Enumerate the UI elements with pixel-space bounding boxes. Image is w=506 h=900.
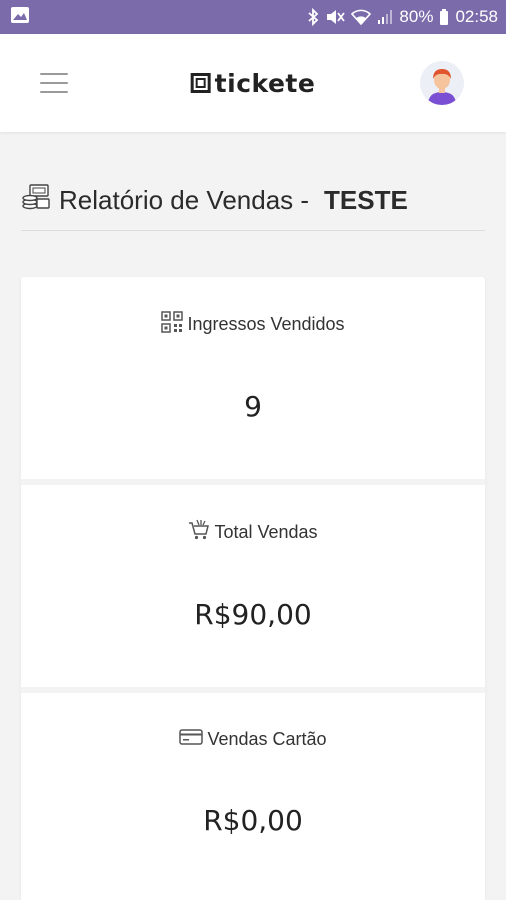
- stat-card-card-sales: Vendas Cartão R$0,00: [21, 693, 485, 900]
- menu-icon[interactable]: [40, 73, 68, 93]
- gallery-notification-icon: [10, 6, 30, 29]
- bluetooth-icon: [307, 8, 319, 26]
- qr-code-icon: [161, 311, 184, 338]
- credit-card-icon: [179, 727, 204, 752]
- battery-icon: [439, 8, 449, 26]
- clock: 02:58: [455, 7, 498, 26]
- stats-panel: Ingressos Vendidos 9 Total Vendas R$90,0…: [21, 277, 485, 900]
- app-header: tickete: [0, 34, 506, 132]
- page-title: Relatório de Vendas - TESTE: [21, 132, 485, 230]
- battery-percent: 80%: [399, 7, 434, 26]
- report-title: Relatório de Vendas -: [59, 184, 310, 215]
- wifi-icon: [351, 8, 372, 26]
- stat-label-row: Ingressos Vendidos: [161, 311, 345, 338]
- logo-text: tickete: [214, 68, 316, 98]
- ticket-logo-icon: [190, 73, 211, 93]
- signal-icon: [377, 8, 393, 26]
- mute-icon: [325, 8, 346, 26]
- event-name: TESTE: [324, 184, 408, 215]
- stat-label-row: Total Vendas: [188, 519, 318, 546]
- stat-label: Vendas Cartão: [207, 729, 327, 749]
- app-logo: tickete: [190, 68, 316, 98]
- status-bar: 80% 02:58: [0, 0, 506, 34]
- avatar[interactable]: [420, 61, 464, 105]
- stat-label: Total Vendas: [214, 522, 318, 542]
- stat-value: R$0,00: [203, 804, 303, 837]
- divider: [21, 230, 485, 231]
- stat-label-row: Vendas Cartão: [179, 727, 327, 752]
- stat-label: Ingressos Vendidos: [187, 314, 345, 334]
- stat-value: 9: [244, 390, 262, 423]
- page-content: Relatório de Vendas - TESTE Ingressos Ve…: [0, 132, 506, 900]
- stat-card-total-sales: Total Vendas R$90,00: [21, 485, 485, 693]
- cart-icon: [188, 519, 210, 546]
- stat-value: R$90,00: [194, 598, 312, 631]
- stat-card-tickets-sold: Ingressos Vendidos 9: [21, 277, 485, 485]
- money-stack-icon: [21, 182, 51, 219]
